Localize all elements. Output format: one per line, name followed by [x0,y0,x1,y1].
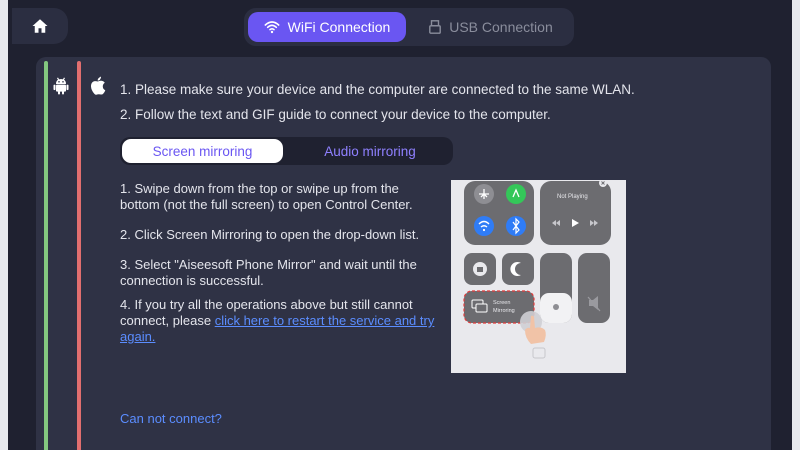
cellular-data-icon [506,184,526,204]
usb-icon [429,20,442,34]
home-icon [32,19,48,33]
mirroring-mode-tabs: Screen mirroring Audio mirroring [120,137,453,165]
ios-stripe [77,61,81,450]
wifi-icon [264,21,280,34]
control-center-illustration: Not Playing Screen Mirroring [451,180,626,373]
android-tab[interactable] [53,77,69,100]
cannot-connect-link[interactable]: Can not connect? [120,411,222,426]
tab-wifi-label: WiFi Connection [287,19,391,35]
ios-tab[interactable] [90,76,106,100]
tab-usb-connection[interactable]: USB Connection [414,12,568,42]
steps-list: 1. Swipe down from the top or swipe up f… [120,181,435,359]
tab-usb-label: USB Connection [449,19,553,35]
app-window: WiFi Connection USB Connection 1. Please… [8,0,792,450]
guide-gif-image: Not Playing Screen Mirroring [451,180,626,373]
android-icon [53,77,69,95]
step-3: 3. Select "Aiseesoft Phone Mirror" and w… [120,257,417,288]
apple-icon [90,76,106,95]
now-playing-label: Not Playing [557,194,588,200]
home-button[interactable] [12,8,68,44]
connection-tabs: WiFi Connection USB Connection [244,8,574,46]
android-stripe [44,61,48,450]
tab-audio-mirroring[interactable]: Audio mirroring [290,139,450,163]
screen-mirroring-label-1: Screen [493,300,510,306]
step-4: 4. If you try all the operations above b… [120,297,435,345]
screen-mirroring-label-2: Mirroring [493,308,515,314]
step-1: 1. Swipe down from the top or swipe up f… [120,181,413,212]
instruction-line-2: 2. Follow the text and GIF guide to conn… [120,107,551,122]
tab-screen-mirroring[interactable]: Screen mirroring [122,139,283,163]
guide-panel: 1. Please make sure your device and the … [36,57,771,450]
instruction-line-1: 1. Please make sure your device and the … [120,82,635,97]
step-2: 2. Click Screen Mirroring to open the dr… [120,227,420,242]
tab-wifi-connection[interactable]: WiFi Connection [248,12,406,42]
